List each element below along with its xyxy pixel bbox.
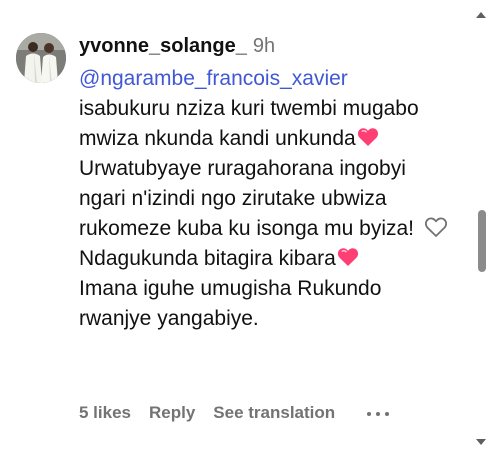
- more-options-button[interactable]: [365, 404, 391, 424]
- comment-text-part-3: Imana iguhe umugisha Rukundo rwanjye yan…: [79, 277, 382, 330]
- ellipsis-icon: [367, 412, 389, 416]
- instagram-comment-screen: yvonne_solange_ 9h @ngarambe_francois_xav…: [0, 0, 494, 457]
- comment-header: yvonne_solange_ 9h: [79, 34, 419, 58]
- vertical-scrollbar[interactable]: [470, 0, 494, 457]
- heart-emoji-icon: [337, 246, 359, 266]
- heart-outline-icon: [424, 217, 448, 237]
- comment-text-part-2: Urwatubyaye ruragahorana ingobyi ngari n…: [79, 157, 415, 270]
- avatar-photo: [16, 33, 66, 83]
- comment-body: yvonne_solange_ 9h @ngarambe_francois_xav…: [79, 34, 419, 334]
- see-translation-button[interactable]: See translation: [213, 403, 335, 422]
- comment-text: @ngarambe_francois_xavier isabukuru nziz…: [79, 64, 419, 334]
- like-button[interactable]: [424, 215, 448, 239]
- reply-button[interactable]: Reply: [149, 403, 195, 422]
- likes-count[interactable]: 5 likes: [79, 403, 131, 422]
- scrollbar-thumb[interactable]: [478, 210, 486, 272]
- heart-emoji-icon: [357, 126, 379, 146]
- avatar[interactable]: [16, 33, 66, 83]
- mention-link[interactable]: @ngarambe_francois_xavier: [79, 64, 419, 94]
- comment-actions: 5 likes Reply See translation: [79, 403, 353, 423]
- username[interactable]: yvonne_solange_: [79, 35, 247, 57]
- scroll-down-icon[interactable]: [474, 437, 488, 447]
- scroll-up-icon[interactable]: [474, 10, 488, 20]
- timestamp: 9h: [252, 35, 276, 57]
